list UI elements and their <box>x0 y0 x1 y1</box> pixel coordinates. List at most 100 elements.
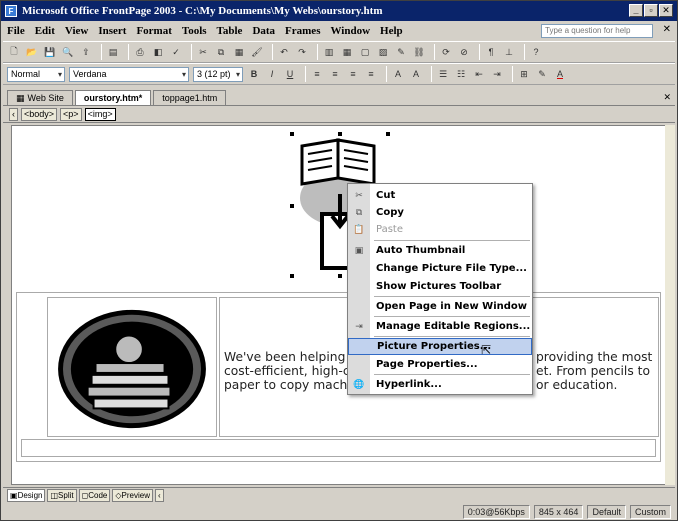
increase-indent-icon[interactable]: ⇥ <box>490 67 504 81</box>
selection-handle[interactable] <box>290 274 294 278</box>
spelling-icon[interactable]: ✓ <box>169 45 183 59</box>
body-paragraph-continued[interactable]: providing the most et. From pencils to o… <box>536 350 660 392</box>
tag-img[interactable]: <img> <box>84 108 116 121</box>
save-icon[interactable]: 💾 <box>43 45 57 59</box>
mode-status[interactable]: Default <box>587 505 626 519</box>
tab-ourstory[interactable]: ourstory.htm* <box>74 90 152 105</box>
ctx-hyperlink[interactable]: 🌐 Hyperlink... <box>348 376 532 393</box>
decrease-indent-icon[interactable]: ⇤ <box>472 67 486 81</box>
cut-icon[interactable]: ✂ <box>196 45 210 59</box>
ctx-cut[interactable]: ✂ Cut <box>348 187 532 204</box>
new-page-icon[interactable]: 🗋 <box>7 45 21 59</box>
help-search-input[interactable]: Type a question for help <box>541 24 653 38</box>
drawing-icon[interactable]: ✎ <box>394 45 408 59</box>
ctx-change-picture-file-type[interactable]: Change Picture File Type... <box>348 260 532 277</box>
tag-p[interactable]: <p> <box>60 108 82 121</box>
ctx-page-properties[interactable]: Page Properties... <box>348 356 532 373</box>
italic-icon[interactable]: I <box>265 67 279 81</box>
selection-handle[interactable] <box>338 132 342 136</box>
tab-toppage[interactable]: toppage1.htm <box>153 90 227 105</box>
apple-books-clipart-image[interactable] <box>48 298 216 436</box>
menu-format[interactable]: Format <box>136 25 171 37</box>
selection-handle[interactable] <box>338 274 342 278</box>
frontpage-app-icon[interactable]: F <box>5 5 17 17</box>
ctx-manage-editable-regions[interactable]: ⇥ Manage Editable Regions... <box>348 318 532 335</box>
highlight-icon[interactable]: ✎ <box>535 67 549 81</box>
code-view-button[interactable]: ◻Code <box>78 489 111 502</box>
ctx-auto-thumbnail[interactable]: ▣ Auto Thumbnail <box>348 242 532 259</box>
paste-icon[interactable]: ▦ <box>232 45 246 59</box>
format-painter-icon[interactable]: 🖌 <box>250 45 264 59</box>
menu-help[interactable]: Help <box>380 25 403 37</box>
bullets-icon[interactable]: ☷ <box>454 67 468 81</box>
menu-frames[interactable]: Frames <box>285 25 320 37</box>
content-table[interactable]: We've been helping cost-efficient, high-… <box>16 292 661 462</box>
font-size-select[interactable]: 3 (12 pt) <box>193 66 243 82</box>
justify-icon[interactable]: ≡ <box>364 67 378 81</box>
redo-icon[interactable]: ↷ <box>295 45 309 59</box>
menu-file[interactable]: File <box>7 25 25 37</box>
increase-font-icon[interactable]: A <box>391 67 405 81</box>
scroll-left-button[interactable]: ‹ <box>154 489 164 502</box>
tag-body[interactable]: <body> <box>21 108 58 121</box>
numbering-icon[interactable]: ☰ <box>436 67 450 81</box>
menu-tools[interactable]: Tools <box>182 25 207 37</box>
open-icon[interactable]: 📂 <box>25 45 39 59</box>
ctx-picture-properties[interactable]: Picture Properties... ⇱ <box>348 338 532 357</box>
style-select[interactable]: Normal <box>7 66 65 82</box>
selection-handle[interactable] <box>386 132 390 136</box>
page-size-status[interactable]: 845 x 464 <box>533 505 584 519</box>
ctx-show-pictures-toolbar[interactable]: Show Pictures Toolbar <box>348 278 532 295</box>
menu-window[interactable]: Window <box>330 25 370 37</box>
stop-icon[interactable]: ⊘ <box>457 45 471 59</box>
split-view-button[interactable]: ◫Split <box>47 489 77 502</box>
decrease-font-icon[interactable]: A <box>409 67 423 81</box>
restore-button[interactable]: ▫ <box>644 4 658 17</box>
print-icon[interactable]: ⎙ <box>133 45 147 59</box>
align-right-icon[interactable]: ≡ <box>346 67 360 81</box>
help-icon[interactable]: ? <box>529 45 543 59</box>
ctx-open-page-new-window[interactable]: Open Page in New Window <box>348 298 532 315</box>
search-icon[interactable]: 🔍 <box>61 45 75 59</box>
underline-icon[interactable]: U <box>283 67 297 81</box>
design-view-button[interactable]: ▣Design <box>7 489 46 502</box>
close-document-button[interactable]: ✕ <box>663 24 671 35</box>
menu-edit[interactable]: Edit <box>35 25 55 37</box>
insert-layer-icon[interactable]: ▢ <box>358 45 372 59</box>
tab-web-site[interactable]: ▦ Web Site <box>7 90 73 105</box>
borders-icon[interactable]: ⊞ <box>517 67 531 81</box>
refresh-icon[interactable]: ⟳ <box>439 45 453 59</box>
font-select[interactable]: Verdana <box>69 66 189 82</box>
code-snippet-icon[interactable]: ⊥ <box>502 45 516 59</box>
font-color-icon[interactable]: A <box>553 67 567 81</box>
align-center-icon[interactable]: ≡ <box>328 67 342 81</box>
menu-insert[interactable]: Insert <box>98 25 126 37</box>
toggle-pane-icon[interactable]: ▤ <box>106 45 120 59</box>
close-tab-button[interactable]: ✕ <box>663 92 671 103</box>
menu-view[interactable]: View <box>65 25 88 37</box>
insert-picture-icon[interactable]: ▨ <box>376 45 390 59</box>
menu-data[interactable]: Data <box>252 25 275 37</box>
table-cell[interactable] <box>47 297 217 437</box>
design-view[interactable]: We've been helping cost-efficient, high-… <box>11 125 666 485</box>
table-row[interactable] <box>21 439 656 457</box>
ctx-copy[interactable]: ⧉ Copy <box>348 204 532 221</box>
insert-table-icon[interactable]: ▦ <box>340 45 354 59</box>
publish-icon[interactable]: ⇪ <box>79 45 93 59</box>
web-component-icon[interactable]: ▥ <box>322 45 336 59</box>
minimize-button[interactable]: _ <box>629 4 643 17</box>
vertical-scrollbar[interactable] <box>665 125 675 485</box>
menu-table[interactable]: Table <box>217 25 243 37</box>
preview-icon[interactable]: ◧ <box>151 45 165 59</box>
bold-icon[interactable]: B <box>247 67 261 81</box>
tag-selector-menu[interactable]: ‹ <box>9 108 18 121</box>
show-all-icon[interactable]: ¶ <box>484 45 498 59</box>
copy-icon[interactable]: ⧉ <box>214 45 228 59</box>
selection-handle[interactable] <box>290 204 294 208</box>
close-button[interactable]: ✕ <box>659 4 673 17</box>
undo-icon[interactable]: ↶ <box>277 45 291 59</box>
hyperlink-icon[interactable]: ⛓ <box>412 45 426 59</box>
preview-view-button[interactable]: ◇Preview <box>112 489 153 502</box>
selection-handle[interactable] <box>290 132 294 136</box>
custom-status[interactable]: Custom <box>629 505 671 519</box>
